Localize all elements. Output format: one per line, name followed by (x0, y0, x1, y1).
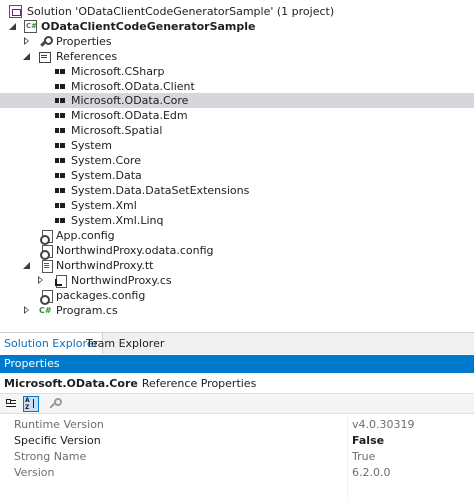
tree-row-reference[interactable]: Microsoft.CSharp (0, 64, 474, 79)
tree-row-label: Microsoft.OData.Client (71, 80, 195, 93)
tree-row-label: Microsoft.OData.Edm (71, 109, 188, 122)
config-file-icon (40, 289, 53, 305)
property-name: Specific Version (14, 434, 101, 447)
assembly-reference-icon (54, 94, 67, 107)
tree-row-label: System.Data.DataSetExtensions (71, 184, 250, 197)
alphabetical-icon[interactable] (23, 396, 39, 412)
assembly-reference-icon (54, 214, 67, 227)
tree-row-label: System.Core (71, 154, 141, 167)
assembly-reference-icon (54, 80, 67, 93)
tree-row-label: System (71, 139, 113, 152)
tree-row-solution[interactable]: Solution 'ODataClientCodeGeneratorSample… (0, 4, 474, 19)
wrench-icon (38, 35, 53, 48)
solution-explorer-tree: Solution 'ODataClientCodeGeneratorSample… (0, 0, 474, 332)
tree-row-label: Microsoft.OData.Core (71, 94, 189, 107)
property-value: v4.0.30319 (352, 418, 415, 431)
assembly-reference-icon (54, 139, 67, 152)
tree-row-reference[interactable]: System.Data (0, 168, 474, 183)
tree-row-references[interactable]: References (0, 49, 474, 64)
tree-row-label: NorthwindProxy.cs (71, 274, 172, 287)
tree-row-reference-selected[interactable]: Microsoft.OData.Core (0, 93, 474, 108)
property-row-specific-version[interactable]: Specific Version False (0, 433, 474, 449)
assembly-reference-icon (54, 184, 67, 197)
tree-row-file[interactable]: Program.cs (0, 303, 474, 318)
config-file-icon (40, 244, 53, 260)
tree-row-label: NorthwindProxy.odata.config (56, 244, 214, 257)
assembly-reference-icon (54, 154, 67, 167)
tree-row-reference[interactable]: Microsoft.Spatial (0, 123, 474, 138)
collapsed-arrow-icon[interactable] (22, 37, 31, 46)
property-row-version[interactable]: Version 6.2.0.0 (0, 465, 474, 481)
tree-row-label: Properties (56, 35, 112, 48)
properties-object-selector[interactable]: Microsoft.OData.Core Reference Properties (0, 373, 474, 394)
property-row-runtime-version[interactable]: Runtime Version v4.0.30319 (0, 417, 474, 433)
solution-icon (9, 5, 22, 18)
property-pages-icon[interactable] (46, 396, 62, 412)
expanded-arrow-icon[interactable] (8, 22, 17, 31)
tree-row-label: Microsoft.CSharp (71, 65, 165, 78)
config-file-icon (40, 229, 53, 245)
tree-row-reference[interactable]: System.Xml.Linq (0, 213, 474, 228)
property-grid: Runtime Version v4.0.30319 Specific Vers… (0, 415, 474, 498)
property-value[interactable]: False (352, 433, 384, 449)
tree-row-label: System.Xml.Linq (71, 214, 164, 227)
tree-row-reference[interactable]: System.Data.DataSetExtensions (0, 183, 474, 198)
property-value: 6.2.0.0 (352, 466, 391, 479)
categorized-icon[interactable] (3, 396, 19, 412)
tree-row-file[interactable]: NorthwindProxy.odata.config (0, 243, 474, 260)
property-row-strong-name[interactable]: Strong Name True (0, 449, 474, 465)
collapsed-arrow-icon[interactable] (36, 276, 45, 285)
tree-row-reference[interactable]: Microsoft.OData.Edm (0, 108, 474, 123)
tree-row-label: ODataClientCodeGeneratorSample (41, 20, 256, 33)
object-name: Microsoft.OData.Core (4, 377, 138, 390)
tree-row-label: References (56, 50, 118, 63)
expanded-arrow-icon[interactable] (22, 52, 31, 61)
template-file-icon (40, 259, 53, 273)
tree-row-reference[interactable]: System.Core (0, 153, 474, 168)
tree-row-label: Program.cs (56, 304, 118, 317)
tree-row-reference[interactable]: System.Xml (0, 198, 474, 213)
tree-row-label: System.Data (71, 169, 142, 182)
tree-row-file[interactable]: App.config (0, 228, 474, 245)
csharp-file-icon (54, 274, 67, 288)
tree-row-file[interactable]: packages.config (0, 288, 474, 305)
tree-row-label: System.Xml (71, 199, 137, 212)
assembly-reference-icon (54, 124, 67, 137)
references-icon (38, 50, 51, 63)
tree-row-label: Solution 'ODataClientCodeGeneratorSample… (27, 5, 335, 18)
tree-row-reference[interactable]: Microsoft.OData.Client (0, 79, 474, 94)
property-name: Strong Name (14, 450, 87, 463)
properties-toolbar (0, 394, 474, 414)
assembly-reference-icon (54, 199, 67, 212)
collapsed-arrow-icon[interactable] (22, 306, 31, 315)
tree-row-label: App.config (56, 229, 115, 242)
tree-row-label: packages.config (56, 289, 146, 302)
tree-row-file[interactable]: NorthwindProxy.cs (0, 273, 474, 288)
tree-row-label: NorthwindProxy.tt (56, 259, 154, 272)
tool-window-tabs: Solution Explorer Team Explorer (0, 332, 474, 354)
tree-row-file[interactable]: NorthwindProxy.tt (0, 258, 474, 273)
property-name: Version (14, 466, 55, 479)
tree-row-properties[interactable]: Properties (0, 34, 474, 49)
property-value: True (352, 450, 376, 463)
expanded-arrow-icon[interactable] (22, 261, 31, 270)
assembly-reference-icon (54, 109, 67, 122)
tree-row-reference[interactable]: System (0, 138, 474, 153)
tree-row-label: Microsoft.Spatial (71, 124, 163, 137)
csharp-project-icon (24, 20, 37, 33)
assembly-reference-icon (54, 169, 67, 182)
object-type: Reference Properties (141, 377, 257, 390)
csharp-file-icon (39, 304, 52, 317)
tab-team-explorer[interactable]: Team Explorer (82, 333, 168, 354)
property-name: Runtime Version (14, 418, 104, 431)
properties-title-bar: Properties (0, 355, 474, 373)
assembly-reference-icon (54, 65, 67, 78)
tree-row-project[interactable]: ODataClientCodeGeneratorSample (0, 19, 474, 34)
